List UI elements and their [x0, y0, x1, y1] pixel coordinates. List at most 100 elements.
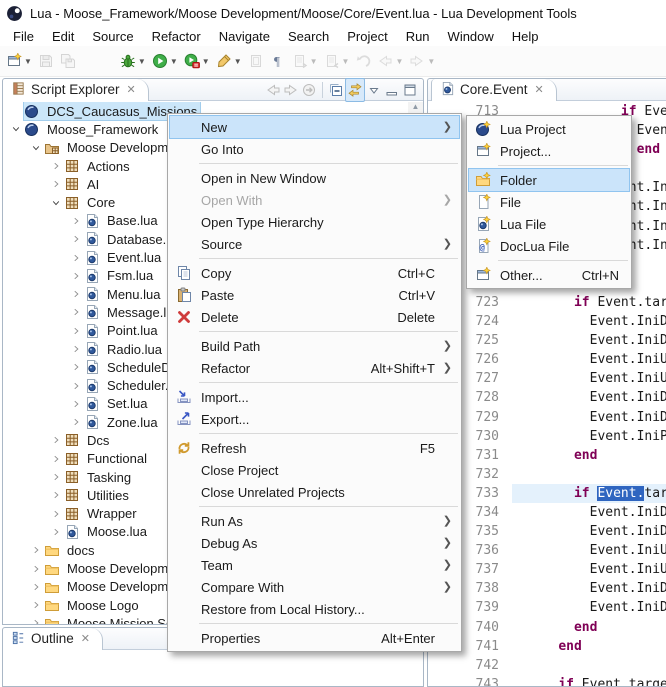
chevron-right-icon[interactable]: [48, 506, 64, 522]
toolbar-button-show-whitespace[interactable]: ¶: [268, 49, 288, 73]
chevron-right-icon[interactable]: [28, 597, 44, 613]
chevron-right-icon[interactable]: [68, 231, 84, 247]
menu-item-go-into[interactable]: Go Into: [170, 138, 459, 160]
toolbar-button-save[interactable]: [36, 49, 56, 73]
menu-item-source[interactable]: Source❯: [170, 233, 459, 255]
menu-item-debug-as[interactable]: Debug As❯: [170, 532, 459, 554]
chevron-right-icon[interactable]: [68, 378, 84, 394]
chevron-down-icon[interactable]: [48, 195, 64, 211]
chevron-right-icon[interactable]: [48, 176, 64, 192]
chevron-right-icon[interactable]: [68, 359, 84, 375]
menubar-item-search[interactable]: Search: [279, 27, 338, 46]
chevron-right-icon[interactable]: [68, 268, 84, 284]
view-button-collapse-all[interactable]: [327, 78, 345, 102]
menu-item-copy[interactable]: CopyCtrl+C: [170, 262, 459, 284]
chevron-right-icon[interactable]: [28, 579, 44, 595]
toolbar-button-prev-annotation[interactable]: ▼: [322, 49, 352, 73]
menu-item-paste[interactable]: PasteCtrl+V: [170, 284, 459, 306]
menubar-item-help[interactable]: Help: [503, 27, 548, 46]
menu-item-properties[interactable]: PropertiesAlt+Enter: [170, 627, 459, 649]
chevron-right-icon[interactable]: [48, 432, 64, 448]
view-button-nav-forward[interactable]: [282, 78, 300, 102]
chevron-right-icon[interactable]: [28, 561, 44, 577]
code-line-743[interactable]: 743 if Event.target then: [429, 675, 666, 686]
submenu-item-other[interactable]: Other...Ctrl+N: [469, 264, 629, 286]
menu-item-run-as[interactable]: Run As❯: [170, 510, 459, 532]
chevron-right-icon[interactable]: [48, 451, 64, 467]
submenu-item-lua-project[interactable]: Lua Project: [469, 118, 629, 140]
dropdown-arrow-icon[interactable]: ▼: [170, 57, 178, 66]
chevron-right-icon[interactable]: [68, 286, 84, 302]
menubar-item-file[interactable]: File: [4, 27, 43, 46]
code-line-724[interactable]: 724 Event.IniDCSUnit = Event.initiator: [429, 312, 666, 331]
chevron-right-icon[interactable]: [28, 542, 44, 558]
menu-item-open-in-new-window[interactable]: Open in New Window: [170, 167, 459, 189]
menu-item-new[interactable]: New❯: [170, 116, 459, 138]
toolbar-button-mark-occurrences[interactable]: [246, 49, 266, 73]
menu-item-compare-with[interactable]: Compare With❯: [170, 576, 459, 598]
code-line-731[interactable]: 731 end: [429, 446, 666, 465]
chevron-right-icon[interactable]: [68, 341, 84, 357]
code-line-725[interactable]: 725 Event.IniDCSUnitName = Event.IniDCSU…: [429, 331, 666, 350]
code-line-727[interactable]: 727 Event.IniUnit = UNIT:FindByName( Eve…: [429, 369, 666, 388]
code-line-742[interactable]: 742: [429, 656, 666, 675]
menubar-item-edit[interactable]: Edit: [43, 27, 83, 46]
submenu-item-folder[interactable]: Folder: [469, 169, 629, 191]
toolbar-button-last-edit[interactable]: [353, 49, 373, 73]
menubar-item-refactor[interactable]: Refactor: [143, 27, 210, 46]
toolbar-button-brush[interactable]: ▼: [214, 49, 244, 73]
submenu-item-lua-file[interactable]: Lua File: [469, 213, 629, 235]
chevron-down-icon[interactable]: [28, 140, 44, 156]
chevron-right-icon[interactable]: [48, 524, 64, 540]
menubar-item-source[interactable]: Source: [83, 27, 142, 46]
code-line-740[interactable]: 740 end: [429, 618, 666, 637]
view-button-go-into[interactable]: [300, 78, 318, 102]
menu-item-refactor[interactable]: RefactorAlt+Shift+T❯: [170, 357, 459, 379]
close-icon[interactable]: ✕: [535, 83, 544, 96]
code-line-723[interactable]: 723 if Event.target then: [429, 293, 666, 312]
dropdown-arrow-icon[interactable]: ▼: [138, 57, 146, 66]
chevron-right-icon[interactable]: [28, 615, 44, 624]
menubar-item-run[interactable]: Run: [397, 27, 439, 46]
menubar-item-project[interactable]: Project: [338, 27, 396, 46]
menu-item-import[interactable]: Import...: [170, 386, 459, 408]
chevron-right-icon[interactable]: [48, 487, 64, 503]
toolbar-button-debug[interactable]: ▼: [118, 49, 148, 73]
toolbar-button-run-coverage[interactable]: ▼: [182, 49, 212, 73]
chevron-right-icon[interactable]: [68, 213, 84, 229]
close-icon[interactable]: ✕: [127, 83, 136, 96]
menu-item-close-project[interactable]: Close Project: [170, 459, 459, 481]
toolbar-button-back-arrow[interactable]: ▼: [375, 49, 405, 73]
code-line-737[interactable]: 737 Event.IniUnit = UNIT:FindByName( Eve…: [429, 560, 666, 579]
menu-item-delete[interactable]: DeleteDelete: [170, 306, 459, 328]
code-line-741[interactable]: 741 end: [429, 637, 666, 656]
code-line-733[interactable]: 733 if Event.target then: [429, 484, 666, 503]
menubar-item-window[interactable]: Window: [439, 27, 503, 46]
view-button-minimize[interactable]: [383, 78, 401, 102]
dropdown-arrow-icon[interactable]: ▼: [427, 57, 435, 66]
chevron-right-icon[interactable]: [68, 250, 84, 266]
chevron-right-icon[interactable]: [68, 414, 84, 430]
chevron-down-icon[interactable]: [8, 121, 24, 137]
submenu-item-file[interactable]: File: [469, 191, 629, 213]
view-button-link-editor[interactable]: [345, 78, 365, 102]
chevron-right-icon[interactable]: [48, 158, 64, 174]
menu-item-close-unrelated-projects[interactable]: Close Unrelated Projects: [170, 481, 459, 503]
chevron-right-icon[interactable]: [68, 396, 84, 412]
close-icon[interactable]: ✕: [81, 632, 90, 645]
code-line-738[interactable]: 738 Event.IniDCSGroup = Event.IniDCSUnit…: [429, 579, 666, 598]
menu-item-build-path[interactable]: Build Path❯: [170, 335, 459, 357]
toolbar-button-run[interactable]: ▼: [150, 49, 180, 73]
view-button-view-menu[interactable]: [365, 78, 383, 102]
dropdown-arrow-icon[interactable]: ▼: [24, 57, 32, 66]
dropdown-arrow-icon[interactable]: ▼: [234, 57, 242, 66]
toolbar-button-save-all[interactable]: [58, 49, 78, 73]
code-line-739[interactable]: 739 Event.IniDCSGroupName = Event.IniDCS…: [429, 598, 666, 617]
chevron-right-icon[interactable]: [48, 469, 64, 485]
menu-item-restore-from-local-history[interactable]: Restore from Local History...: [170, 598, 459, 620]
submenu-item-doclua-file[interactable]: @DocLua File: [469, 235, 629, 257]
code-line-726[interactable]: 726 Event.IniUnitName = Event.IniDCSUnit…: [429, 350, 666, 369]
code-line-732[interactable]: 732: [429, 465, 666, 484]
dropdown-arrow-icon[interactable]: ▼: [202, 57, 210, 66]
dropdown-arrow-icon[interactable]: ▼: [342, 57, 350, 66]
